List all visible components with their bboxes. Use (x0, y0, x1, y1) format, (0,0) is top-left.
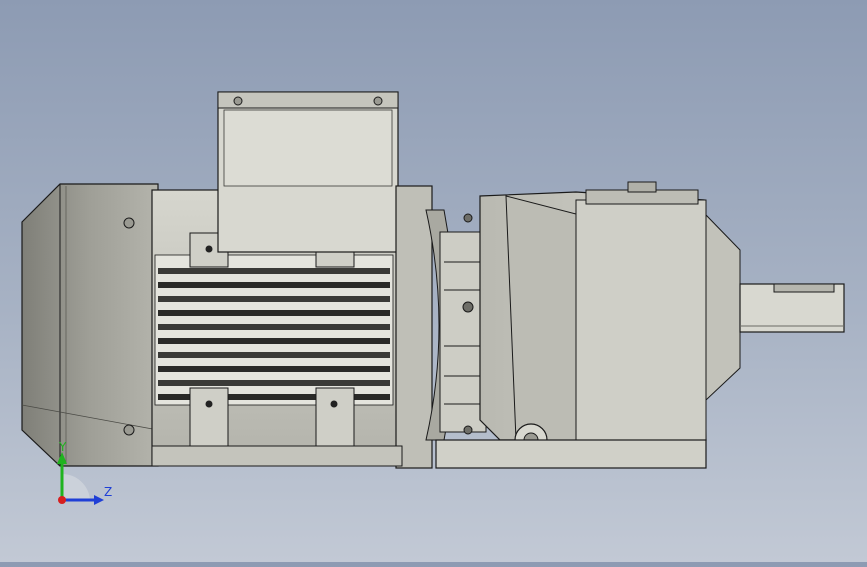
fan-cover[interactable] (21, 183, 159, 467)
cooling-fin (158, 282, 390, 288)
cooling-fin (158, 268, 390, 274)
gearbox[interactable] (479, 181, 741, 457)
cooling-fin (158, 338, 390, 344)
output-shaft[interactable] (739, 283, 845, 333)
cooling-fin (158, 366, 390, 372)
coordinate-triad: Y Z (40, 436, 120, 516)
cooling-fin (158, 352, 390, 358)
cooling-fin (158, 296, 390, 302)
terminal-box[interactable] (217, 91, 399, 253)
flange-adapter[interactable] (395, 185, 487, 469)
motor-gearbox-model[interactable] (0, 0, 867, 562)
z-axis-label: Z (104, 485, 112, 499)
cooling-fin (158, 324, 390, 330)
axis-triad-icon: Y Z (57, 440, 112, 505)
cad-viewport[interactable] (0, 0, 867, 562)
y-axis-label: Y (58, 440, 67, 454)
cooling-fin (158, 380, 390, 386)
cooling-fin (158, 310, 390, 316)
